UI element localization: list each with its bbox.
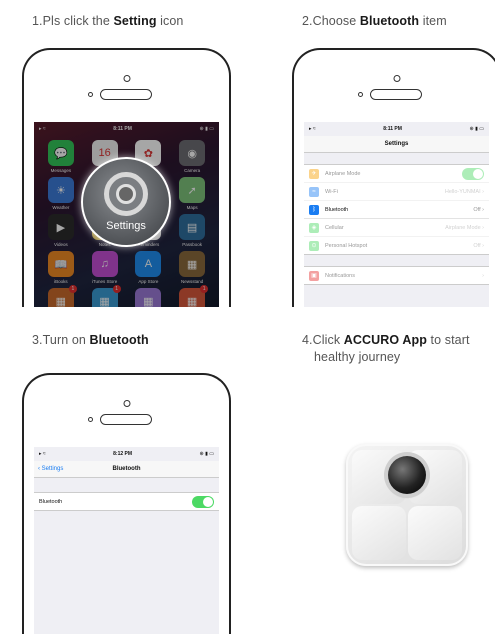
row-label: Notifications <box>325 272 355 279</box>
speaker-grille <box>100 414 152 425</box>
step-text: Pls click the <box>42 14 114 28</box>
step-keyword: ACCURO App <box>343 333 427 347</box>
settings-screen: ▸ ≈ 8:11 PM ⊕ ▮ ▭ Settings ✈ Airplane Mod… <box>304 122 489 307</box>
settings-row-personal-hotspot[interactable]: ⊙ Personal Hotspot Off › <box>304 237 489 254</box>
camera-icon <box>393 75 400 82</box>
sensor-dot <box>358 92 363 97</box>
step-number: 4. <box>302 333 313 347</box>
bluetooth-toggle[interactable] <box>192 495 214 508</box>
row-label: Cellular <box>325 224 344 231</box>
power-button <box>167 48 187 50</box>
row-label: Airplane Mode <box>325 170 361 177</box>
step-2-title: 2.Choose Bluetooth item <box>302 14 447 28</box>
cellular-icon: ◈ <box>309 222 319 233</box>
step-4-subtitle: healthy journey <box>314 350 400 364</box>
step-number: 3. <box>32 333 43 347</box>
step-keyword: Bluetooth <box>359 14 420 28</box>
speaker-grille <box>100 89 152 100</box>
step-text: Choose <box>312 14 360 28</box>
step-text: to start <box>426 333 470 347</box>
settings-app-icon[interactable]: Settings <box>81 157 171 247</box>
back-button[interactable]: ‹ Settings <box>38 466 63 472</box>
row-value: Off › <box>473 242 484 249</box>
camera-icon <box>123 400 130 407</box>
wi-fi-icon: ≈ <box>309 186 319 197</box>
settings-group-2: ▣ Notifications › <box>304 266 489 285</box>
step-number: 1. <box>32 14 43 28</box>
row-label: Personal Hotspot <box>325 242 368 249</box>
settings-row-notifications[interactable]: ▣ Notifications › <box>304 267 489 284</box>
speaker-grille <box>370 89 422 100</box>
settings-row-wi-fi[interactable]: ≈ Wi-Fi Hello-YUNMAI › <box>304 183 489 201</box>
status-time: 8:12 PM <box>113 451 133 457</box>
bluetooth-screen: ▸ ≈ 8:12 PM ⊕ ▮ ▭ ‹ Settings Bluetooth B… <box>34 447 219 634</box>
bluetooth-row[interactable]: Bluetooth <box>34 493 219 510</box>
step-keyword: Setting <box>113 14 157 28</box>
phone-bluetooth-screen: ▸ ≈ 8:12 PM ⊕ ▮ ▭ ‹ Settings Bluetooth B… <box>22 373 231 634</box>
power-button <box>167 373 187 375</box>
step-text: icon <box>156 14 184 28</box>
home-screen: ▸ ≈ 8:11 PM ⊕ ▮ ▭ 💬Messages16Calendar✿Ph… <box>34 122 219 307</box>
step-3-title: 3.Turn on Bluetooth <box>32 333 149 347</box>
accuro-scale-image[interactable] <box>346 444 468 566</box>
status-bar: ▸ ≈ 8:12 PM ⊕ ▮ ▭ <box>34 447 219 461</box>
scale-pad <box>352 506 406 560</box>
sensor-dot <box>88 92 93 97</box>
airplane-toggle[interactable] <box>462 167 484 180</box>
step-4-title: 4.Click ACCURO App to start <box>302 333 470 347</box>
step-text: item <box>419 14 447 28</box>
settings-row-airplane-mode[interactable]: ✈ Airplane Mode <box>304 165 489 183</box>
nav-bar: ‹ Settings Bluetooth <box>34 461 219 478</box>
nav-bar: Settings <box>304 136 489 153</box>
battery-icon: ⊕ ▮ ▭ <box>469 126 484 132</box>
step-text: Click <box>312 333 344 347</box>
back-label: Settings <box>41 466 64 472</box>
step-text: Turn on <box>42 333 90 347</box>
step-text: healthy journey <box>314 350 401 364</box>
phone-home-screen: ▸ ≈ 8:11 PM ⊕ ▮ ▭ 💬Messages16Calendar✿Ph… <box>22 48 231 307</box>
airplane-mode-icon: ✈ <box>309 168 319 179</box>
settings-app-label: Settings <box>106 220 146 232</box>
scale-lens <box>388 456 426 494</box>
signal-icon: ▸ ≈ <box>39 451 46 457</box>
settings-row-cellular[interactable]: ◈ Cellular Airplane Mode › <box>304 219 489 237</box>
scale-pad <box>408 506 462 560</box>
battery-icon: ⊕ ▮ ▭ <box>199 451 214 457</box>
status-time: 8:11 PM <box>383 126 402 132</box>
bluetooth-icon: ᛒ <box>309 204 319 215</box>
chevron-right-icon: › <box>482 272 484 279</box>
row-value: Off › <box>473 206 484 213</box>
row-value: Hello-YUNMAI › <box>444 188 484 195</box>
signal-icon: ▸ ≈ <box>309 126 316 132</box>
sensor-dot <box>88 417 93 422</box>
gear-icon <box>104 172 148 216</box>
row-label: Wi-Fi <box>325 188 338 195</box>
settings-group: ✈ Airplane Mode ≈ Wi-Fi Hello-YUNMAI › ᛒ Bluet… <box>304 164 489 255</box>
page-title: Settings <box>384 141 409 147</box>
row-label: Bluetooth <box>325 206 349 213</box>
phone-settings-screen: ▸ ≈ 8:11 PM ⊕ ▮ ▭ Settings ✈ Airplane Mod… <box>292 48 495 307</box>
bluetooth-group: Bluetooth <box>34 492 219 511</box>
page-title: Bluetooth <box>112 466 141 472</box>
step-1-title: 1.Pls click the Setting icon <box>32 14 183 28</box>
personal-hotspot-icon: ⊙ <box>309 240 319 251</box>
status-bar: ▸ ≈ 8:11 PM ⊕ ▮ ▭ <box>304 122 489 136</box>
step-keyword: Bluetooth <box>89 333 149 347</box>
row-value: Airplane Mode › <box>445 224 484 231</box>
camera-icon <box>123 75 130 82</box>
power-button <box>437 48 457 50</box>
step-number: 2. <box>302 14 313 28</box>
settings-row-bluetooth[interactable]: ᛒ Bluetooth Off › <box>304 201 489 219</box>
notifications-icon: ▣ <box>309 270 319 281</box>
row-label: Bluetooth <box>39 498 63 505</box>
